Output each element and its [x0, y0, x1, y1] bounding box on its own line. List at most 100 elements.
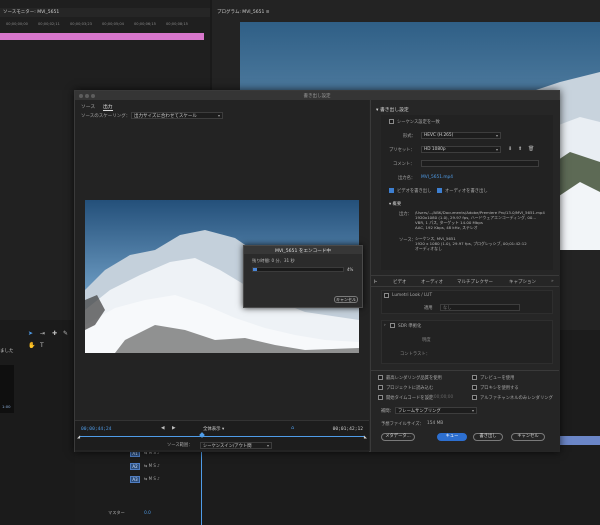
apply-value: なし — [443, 306, 452, 311]
source-monitor-tab[interactable]: ソースモニター: MVI_5651 — [0, 8, 210, 17]
tab-multiplexer[interactable]: マルチプレクサー — [457, 279, 493, 285]
source-summary-line: オーディオなし — [415, 246, 442, 251]
time-remaining: 残り時間: 0 分、31 秒 — [252, 258, 295, 263]
source-range-dropdown[interactable]: シーケンスイン/アウト間 ▾ — [200, 441, 272, 449]
preset-value: HD 1080p — [424, 147, 446, 152]
delete-preset-icon[interactable]: 🗑 — [528, 146, 534, 152]
tab-effects[interactable]: ト — [373, 279, 378, 285]
dialog-title: 書き出し設定 — [303, 93, 331, 99]
lut-label: Lumetri Look / LUT — [392, 293, 433, 298]
chevron-down-icon: ▾ — [217, 113, 220, 118]
export-button[interactable]: 書き出し — [473, 433, 503, 441]
import-preset-icon[interactable]: ⬆ — [518, 146, 522, 152]
render-alpha-checkbox[interactable] — [472, 395, 477, 400]
program-monitor-title: プログラム: MVI_5651 ≡ — [217, 10, 270, 15]
scrub-bar[interactable] — [79, 436, 364, 437]
use-proxy-label: プロキシを使用する — [480, 386, 519, 391]
ruler-timecode: 00;00;05;04 — [102, 22, 124, 26]
hand-tool-icon[interactable]: ✋ — [28, 342, 35, 349]
scaling-dropdown[interactable]: 出力サイズに合わせてスケール ▾ — [131, 112, 223, 119]
in-point-icon[interactable]: ◢ — [77, 434, 80, 439]
format-dropdown[interactable]: HEVC (H.265) ▾ — [421, 132, 501, 139]
export-audio-label: オーディオを書き出し — [445, 189, 488, 194]
preset-dropdown[interactable]: HD 1080p ▾ — [421, 146, 501, 153]
settings-pane: ▾ 書き出し設定 シーケンス設定を一致 形式： HEVC (H.265) ▾ プ… — [370, 100, 560, 452]
queue-button[interactable]: キュー — [437, 433, 467, 441]
contrast-label: コントラスト： — [400, 352, 430, 357]
tab-output[interactable]: 出力 — [103, 103, 113, 111]
mark-in-icon[interactable]: ◀ — [161, 426, 165, 431]
tab-video[interactable]: ビデオ — [393, 279, 407, 285]
metadata-button[interactable]: メタデータ... — [381, 433, 415, 441]
razor-tool-icon[interactable]: ✎ — [63, 330, 68, 337]
type-tool-icon[interactable]: T — [40, 342, 44, 349]
import-project-checkbox[interactable] — [378, 385, 383, 390]
tab-audio[interactable]: オーディオ — [421, 279, 443, 285]
out-point-icon[interactable]: ◣ — [364, 434, 367, 439]
crop-icon[interactable]: ⌂ — [291, 425, 294, 431]
selection-tool-icon[interactable]: ➤ — [28, 330, 33, 337]
export-settings-header[interactable]: ▾ 書き出し設定 — [376, 106, 409, 113]
track-select-icon[interactable]: ⇥ — [40, 330, 45, 337]
encoding-cancel-button[interactable]: キャンセル — [334, 296, 358, 303]
sdr-checkbox[interactable] — [390, 323, 395, 328]
encoding-progress-bar — [252, 267, 344, 272]
source-range-value: シーケンスイン/アウト間 — [203, 443, 252, 449]
export-settings-dialog: 書き出し設定 ソース 出力 ソースのスケーリング： 出力サイズに合わせてスケール… — [74, 90, 560, 452]
playback-bar: 00;00;44;24 ◀ ▶ 全体表示 ▾ ⌂ 00;01;42;12 ◢ ◣… — [75, 420, 369, 450]
master-value[interactable]: 0.0 — [144, 510, 151, 515]
output-name-label: 出力名： — [398, 176, 416, 181]
match-sequence-checkbox[interactable] — [389, 119, 394, 124]
zoom-dropdown[interactable]: 全体表示 ▾ — [203, 426, 224, 432]
ripple-edit-icon[interactable]: ✚ — [52, 330, 57, 337]
max-render-checkbox[interactable] — [378, 375, 383, 380]
track-controls[interactable]: ⇆ M S ♪ — [144, 463, 160, 468]
dialog-titlebar[interactable]: 書き出し設定 — [75, 91, 559, 100]
tab-source[interactable]: ソース — [81, 103, 95, 110]
sdr-label: SDR 準拠化 — [398, 324, 422, 329]
save-preset-icon[interactable]: ⬇ — [508, 146, 512, 152]
source-clip-bar[interactable] — [0, 33, 204, 40]
track-controls[interactable]: ⇆ M S ♪ — [144, 476, 160, 481]
encoding-title: MVI_5651 をエンコード中 — [244, 246, 362, 254]
use-preview-label: プレビューを使用 — [480, 376, 515, 381]
use-preview-checkbox[interactable] — [472, 375, 477, 380]
interpolation-dropdown[interactable]: フレームサンプリング ▾ — [395, 407, 477, 414]
ruler-timecode: 00;00;00;00 — [6, 22, 28, 26]
apply-label: 適用 — [424, 306, 433, 311]
interpolation-value: フレームサンプリング — [398, 409, 441, 414]
use-proxy-checkbox[interactable] — [472, 385, 477, 390]
export-audio-checkbox[interactable] — [437, 188, 442, 193]
render-alpha-label: アルファチャンネルのみレンダリング — [480, 396, 553, 401]
settings-subtabs: ト ビデオ オーディオ マルチプレクサー キャプション » — [371, 275, 559, 287]
tabs-overflow-icon[interactable]: » — [551, 279, 554, 284]
track-label[interactable]: A3 — [130, 476, 140, 483]
sdr-expand-icon[interactable]: › — [384, 323, 386, 328]
output-name-link[interactable]: MVI_5651.mp4 — [421, 175, 453, 180]
timecode-value[interactable]: 00;00;00;00 — [427, 395, 453, 400]
max-render-label: 最高レンダリング品質を使用 — [386, 376, 442, 381]
program-monitor-tab[interactable]: プログラム: MVI_5651 ≡ — [212, 8, 600, 17]
set-timecode-checkbox[interactable] — [378, 395, 383, 400]
left-partial-code: 1:00 — [2, 404, 11, 409]
comment-input[interactable] — [421, 160, 539, 167]
left-partial-text: ました — [0, 349, 14, 354]
summary-header[interactable]: ▾ 概要 — [389, 201, 401, 207]
cancel-button[interactable]: キャンセル — [511, 433, 545, 441]
tab-captions[interactable]: キャプション — [509, 279, 536, 285]
apply-dropdown[interactable]: なし — [440, 304, 520, 311]
brightness-label: 明度 — [422, 338, 431, 343]
timeline-playhead[interactable] — [201, 450, 202, 525]
chevron-down-icon: ▾ — [495, 133, 498, 138]
master-track: マスター 0.0 — [108, 510, 151, 516]
track-label[interactable]: A2 — [130, 463, 140, 470]
mark-out-icon[interactable]: ▶ — [172, 426, 176, 431]
lut-checkbox[interactable] — [384, 293, 389, 298]
timeline-clip[interactable] — [556, 436, 600, 445]
project-panel — [0, 90, 75, 320]
match-sequence-label: シーケンス設定を一致 — [397, 120, 440, 125]
ruler-timecode: 00;00;06;15 — [134, 22, 156, 26]
current-timecode[interactable]: 00;00;44;24 — [81, 427, 111, 432]
export-video-checkbox[interactable] — [389, 188, 394, 193]
export-video-label: ビデオを書き出し — [397, 189, 432, 194]
